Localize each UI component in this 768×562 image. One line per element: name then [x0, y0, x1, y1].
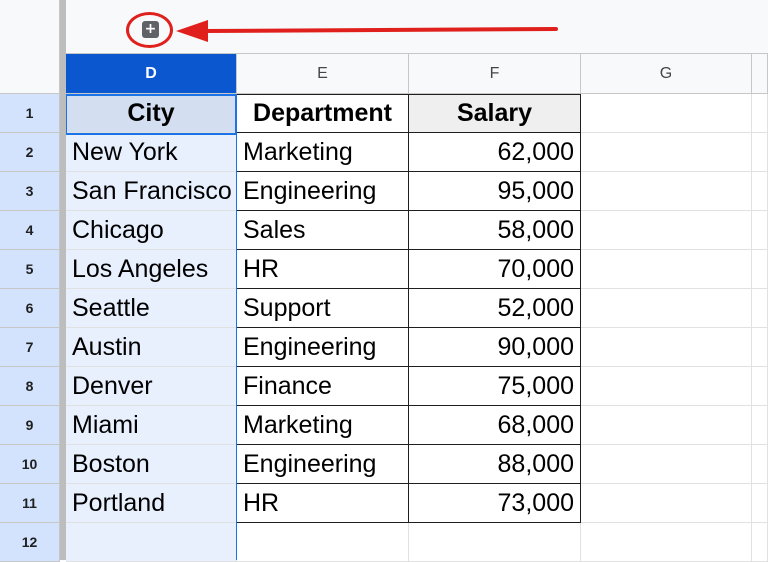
cell-city[interactable]: Austin [66, 328, 237, 367]
cell-salary[interactable]: 73,000 [409, 484, 581, 523]
cell-city[interactable]: Los Angeles [66, 250, 237, 289]
row-header-12[interactable]: 12 [0, 523, 60, 562]
empty-cell[interactable] [581, 211, 752, 250]
cell-salary[interactable]: 95,000 [409, 172, 581, 211]
cell-city[interactable]: Chicago [66, 211, 237, 250]
cell-salary[interactable]: 75,000 [409, 367, 581, 406]
row-header-6[interactable]: 6 [0, 289, 60, 328]
empty-cell[interactable] [752, 94, 768, 133]
empty-cell[interactable] [237, 523, 409, 562]
empty-cell[interactable] [581, 172, 752, 211]
row-header-8[interactable]: 8 [0, 367, 60, 406]
empty-cell[interactable] [752, 445, 768, 484]
cell-salary[interactable]: 62,000 [409, 133, 581, 172]
header-cell-department[interactable]: Department [237, 94, 409, 133]
empty-cell[interactable] [581, 445, 752, 484]
annotation-arrow [176, 20, 558, 42]
cell-salary[interactable]: 52,000 [409, 289, 581, 328]
cell-city[interactable]: Seattle [66, 289, 237, 328]
empty-cell[interactable] [752, 367, 768, 406]
cell-city[interactable]: Portland [66, 484, 237, 523]
cell-department[interactable]: Marketing [237, 406, 409, 445]
cell-salary[interactable]: 70,000 [409, 250, 581, 289]
empty-cell[interactable] [581, 484, 752, 523]
empty-cell[interactable] [581, 250, 752, 289]
row-header-11[interactable]: 11 [0, 484, 60, 523]
header-cell-salary[interactable]: Salary [409, 94, 581, 133]
table-top-border [237, 94, 580, 95]
cell-city[interactable]: San Francisco [66, 172, 237, 211]
empty-cell[interactable] [752, 250, 768, 289]
empty-cell[interactable] [581, 406, 752, 445]
empty-cell[interactable] [66, 523, 237, 562]
select-all-corner[interactable] [0, 54, 60, 94]
cell-department[interactable]: Support [237, 289, 409, 328]
empty-cell[interactable] [752, 328, 768, 367]
cell-department[interactable]: HR [237, 250, 409, 289]
cell-department[interactable]: Engineering [237, 328, 409, 367]
empty-cell[interactable] [409, 523, 581, 562]
column-header-partial[interactable] [752, 54, 768, 94]
row-header-10[interactable]: 10 [0, 445, 60, 484]
cell-city[interactable]: Boston [66, 445, 237, 484]
cell-city[interactable]: New York [66, 133, 237, 172]
row-header-5[interactable]: 5 [0, 250, 60, 289]
column-header-f[interactable]: F [409, 54, 581, 94]
row-header-9[interactable]: 9 [0, 406, 60, 445]
cell-salary[interactable]: 68,000 [409, 406, 581, 445]
empty-cell[interactable] [581, 367, 752, 406]
empty-cell[interactable] [752, 211, 768, 250]
empty-cell[interactable] [581, 523, 752, 562]
cell-salary[interactable]: 90,000 [409, 328, 581, 367]
cell-city[interactable]: Miami [66, 406, 237, 445]
row-header-1[interactable]: 1 [0, 94, 60, 133]
empty-cell[interactable] [581, 328, 752, 367]
cell-department[interactable]: Sales [237, 211, 409, 250]
row-header-7[interactable]: 7 [0, 328, 60, 367]
empty-cell[interactable] [752, 289, 768, 328]
row-header-2[interactable]: 2 [0, 133, 60, 172]
empty-cell[interactable] [752, 523, 768, 562]
column-header-d[interactable]: D [66, 54, 237, 94]
cell-city[interactable]: Denver [66, 367, 237, 406]
empty-cell[interactable] [752, 172, 768, 211]
cell-department[interactable]: Engineering [237, 172, 409, 211]
selected-column-right-edge [236, 94, 237, 560]
cell-department[interactable]: HR [237, 484, 409, 523]
cell-salary[interactable]: 58,000 [409, 211, 581, 250]
group-bar-corner [0, 0, 60, 54]
column-header-e[interactable]: E [237, 54, 409, 94]
row-header-4[interactable]: 4 [0, 211, 60, 250]
empty-cell[interactable] [581, 133, 752, 172]
row-header-3[interactable]: 3 [0, 172, 60, 211]
empty-cell[interactable] [752, 406, 768, 445]
empty-cell[interactable] [752, 484, 768, 523]
column-header-g[interactable]: G [581, 54, 752, 94]
empty-cell[interactable] [752, 133, 768, 172]
frozen-column-divider[interactable] [60, 0, 66, 560]
cell-department[interactable]: Marketing [237, 133, 409, 172]
empty-cell[interactable] [581, 289, 752, 328]
cell-department[interactable]: Finance [237, 367, 409, 406]
header-cell-city[interactable]: City [66, 94, 237, 133]
cell-department[interactable]: Engineering [237, 445, 409, 484]
cell-salary[interactable]: 88,000 [409, 445, 581, 484]
annotation-circle [126, 12, 173, 48]
empty-cell[interactable] [581, 94, 752, 133]
